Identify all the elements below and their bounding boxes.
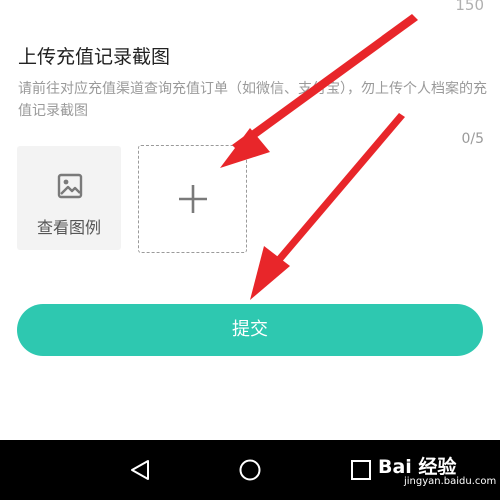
image-icon [57,173,83,199]
upload-count: 0/5 [461,131,484,147]
submit-button[interactable]: 提交 [17,304,483,356]
arrow-to-submit-button [250,113,405,300]
circle-home-icon[interactable] [238,458,262,482]
square-recent-icon[interactable] [349,458,373,482]
view-example-label[interactable]: 查看图例 [17,214,121,238]
char-count: 150 [455,0,484,14]
upload-section-title: 上传充值记录截图 [18,46,171,68]
plus-icon [179,185,207,213]
annotation-arrows [220,14,418,300]
upload-section-description: 请前往对应充值渠道查询充值订单（如微信、支付宝），勿上传个人档案的充值记录截图 [18,81,487,119]
baidu-jingyan-watermark: Bai 经验 jingyan.baidu.com [378,452,496,496]
watermark-sub: jingyan.baidu.com [404,476,497,487]
watermark-main: Bai 经验 [378,456,457,478]
add-image-button[interactable] [138,145,247,253]
triangle-back-icon[interactable] [128,458,152,482]
